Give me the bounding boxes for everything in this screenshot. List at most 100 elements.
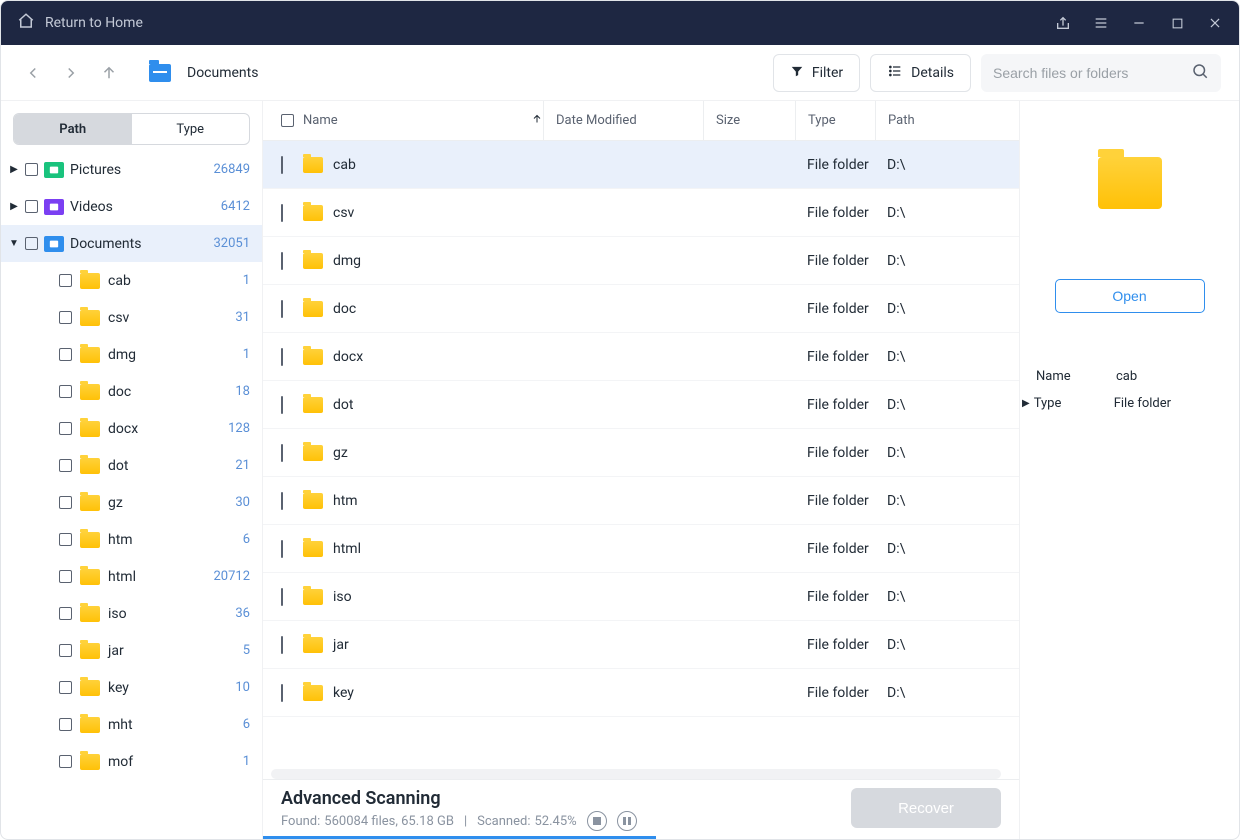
sidebar-item-jar[interactable]: jar 5 <box>1 632 262 669</box>
open-button[interactable]: Open <box>1055 279 1205 313</box>
table-row[interactable]: doc File folder D:\ <box>263 285 1019 333</box>
row-checkbox[interactable] <box>281 636 283 654</box>
row-checkbox[interactable] <box>281 348 283 366</box>
row-checkbox[interactable] <box>281 252 283 270</box>
table-row[interactable]: html File folder D:\ <box>263 525 1019 573</box>
checkbox[interactable] <box>59 348 72 361</box>
table-row[interactable]: key File folder D:\ <box>263 669 1019 717</box>
folder-icon <box>80 532 100 548</box>
item-count: 6 <box>243 532 250 547</box>
table-row[interactable]: cab File folder D:\ <box>263 141 1019 189</box>
sidebar-item-dmg[interactable]: dmg 1 <box>1 336 262 373</box>
sidebar-item-mht[interactable]: mht 6 <box>1 706 262 743</box>
table-row[interactable]: docx File folder D:\ <box>263 333 1019 381</box>
nav-back-button[interactable] <box>19 59 47 87</box>
share-icon[interactable] <box>1055 15 1071 31</box>
table-row[interactable]: dmg File folder D:\ <box>263 237 1019 285</box>
item-count: 5 <box>243 643 250 658</box>
header-checkbox[interactable] <box>281 114 294 127</box>
sidebar-category-pictures[interactable]: ▶ Pictures 26849 <box>1 151 262 188</box>
col-size[interactable]: Size <box>703 101 795 140</box>
checkbox[interactable] <box>59 385 72 398</box>
sidebar-item-key[interactable]: key 10 <box>1 669 262 706</box>
return-home-button[interactable]: Return to Home <box>17 12 143 34</box>
segment-type[interactable]: Type <box>132 114 250 144</box>
nav-forward-button[interactable] <box>57 59 85 87</box>
sidebar-item-htm[interactable]: htm 6 <box>1 521 262 558</box>
maximize-icon[interactable] <box>1169 15 1185 31</box>
row-type: File folder <box>795 205 875 221</box>
menu-icon[interactable] <box>1093 15 1109 31</box>
recover-button[interactable]: Recover <box>851 788 1001 828</box>
checkbox[interactable] <box>59 496 72 509</box>
checkbox[interactable] <box>59 570 72 583</box>
checkbox[interactable] <box>25 200 38 213</box>
row-checkbox[interactable] <box>281 492 283 510</box>
stop-scan-button[interactable] <box>587 811 607 831</box>
close-icon[interactable] <box>1207 15 1223 31</box>
checkbox[interactable] <box>59 607 72 620</box>
table-row[interactable]: htm File folder D:\ <box>263 477 1019 525</box>
checkbox[interactable] <box>59 718 72 731</box>
checkbox[interactable] <box>59 681 72 694</box>
sidebar-category-documents[interactable]: ▼ Documents 32051 <box>1 225 262 262</box>
checkbox[interactable] <box>59 311 72 324</box>
segment-path[interactable]: Path <box>14 114 132 144</box>
table-row[interactable]: csv File folder D:\ <box>263 189 1019 237</box>
col-date[interactable]: Date Modified <box>543 101 703 140</box>
table-row[interactable]: iso File folder D:\ <box>263 573 1019 621</box>
expand-type-icon: ▶ <box>1022 398 1030 409</box>
scan-progress-bar <box>263 836 656 839</box>
checkbox[interactable] <box>25 237 38 250</box>
row-checkbox[interactable] <box>281 540 283 558</box>
breadcrumb-folder-icon <box>149 64 171 82</box>
row-checkbox[interactable] <box>281 588 283 606</box>
col-name[interactable]: Name <box>303 113 543 129</box>
search-icon[interactable] <box>1191 62 1209 84</box>
breadcrumb[interactable]: Documents <box>187 65 258 81</box>
row-path: D:\ <box>875 205 1019 221</box>
row-checkbox[interactable] <box>281 396 283 414</box>
checkbox[interactable] <box>59 644 72 657</box>
sidebar-item-html[interactable]: html 20712 <box>1 558 262 595</box>
sidebar-item-mof[interactable]: mof 1 <box>1 743 262 780</box>
checkbox[interactable] <box>59 459 72 472</box>
search-input[interactable] <box>993 65 1183 81</box>
row-checkbox[interactable] <box>281 156 283 174</box>
row-name: key <box>333 685 354 701</box>
sidebar-item-doc[interactable]: doc 18 <box>1 373 262 410</box>
search-box[interactable] <box>981 54 1221 92</box>
sidebar-item-gz[interactable]: gz 30 <box>1 484 262 521</box>
sidebar-category-videos[interactable]: ▶ Videos 6412 <box>1 188 262 225</box>
minimize-icon[interactable] <box>1131 15 1147 31</box>
row-checkbox[interactable] <box>281 204 283 222</box>
folder-icon <box>303 541 323 557</box>
table-body[interactable]: cab File folder D:\ csv File folder D:\ … <box>263 141 1019 769</box>
table-row[interactable]: gz File folder D:\ <box>263 429 1019 477</box>
nav-up-button[interactable] <box>95 59 123 87</box>
col-path[interactable]: Path <box>875 101 1019 140</box>
table-row[interactable]: jar File folder D:\ <box>263 621 1019 669</box>
sidebar-item-iso[interactable]: iso 36 <box>1 595 262 632</box>
checkbox[interactable] <box>59 533 72 546</box>
filter-button[interactable]: Filter <box>773 54 860 92</box>
sidebar-item-cab[interactable]: cab 1 <box>1 262 262 299</box>
meta-type-row[interactable]: ▶ Type File folder <box>1036 396 1223 411</box>
row-checkbox[interactable] <box>281 300 283 318</box>
row-checkbox[interactable] <box>281 444 283 462</box>
details-button[interactable]: Details <box>870 54 971 92</box>
table-row[interactable]: dot File folder D:\ <box>263 381 1019 429</box>
row-path: D:\ <box>875 253 1019 269</box>
col-type[interactable]: Type <box>795 101 875 140</box>
sidebar-item-dot[interactable]: dot 21 <box>1 447 262 484</box>
checkbox[interactable] <box>59 422 72 435</box>
checkbox[interactable] <box>25 163 38 176</box>
checkbox[interactable] <box>59 755 72 768</box>
sidebar-item-docx[interactable]: docx 128 <box>1 410 262 447</box>
sidebar-item-csv[interactable]: csv 31 <box>1 299 262 336</box>
row-checkbox[interactable] <box>281 684 283 702</box>
pause-scan-button[interactable] <box>617 811 637 831</box>
checkbox[interactable] <box>59 274 72 287</box>
sidebar-tree[interactable]: ▶ Pictures 26849▶ Videos 6412▼ Documents… <box>1 151 262 839</box>
horizontal-scrollbar[interactable] <box>271 769 1001 779</box>
